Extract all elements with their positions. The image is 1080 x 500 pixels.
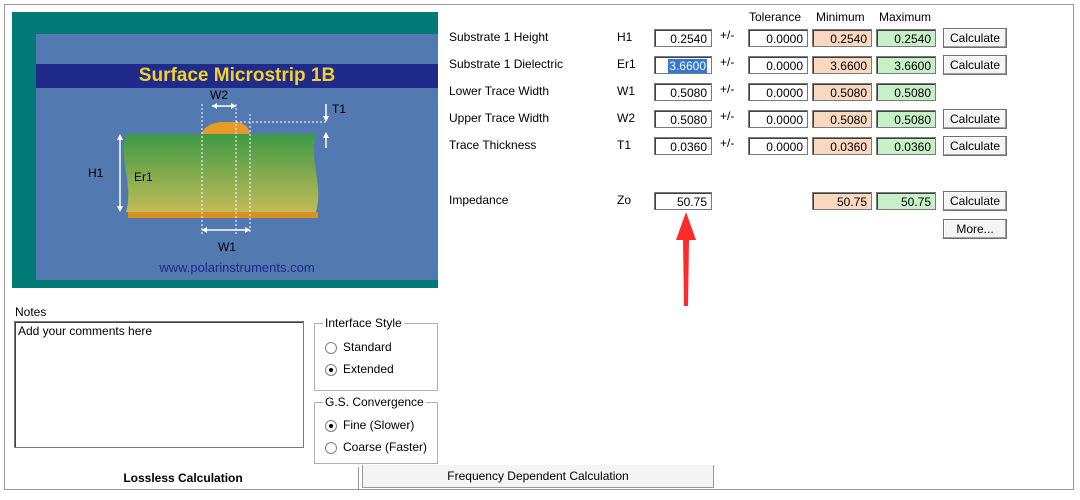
plus-minus-label: +/- — [720, 55, 735, 69]
plus-minus-label: +/- — [720, 109, 735, 123]
convergence-group: G.S. Convergence Fine (Slower) Coarse (F… — [314, 395, 438, 464]
header-tolerance: Tolerance — [749, 10, 802, 24]
extended-radio-label[interactable]: Extended — [343, 362, 394, 376]
param-value-field[interactable]: 0.2540 — [654, 29, 712, 47]
tab-frequency-dependent[interactable]: Frequency Dependent Calculation — [362, 465, 714, 488]
interface-style-group: Interface Style Standard Extended — [314, 316, 438, 391]
impedance-min-field[interactable]: 50.75 — [812, 192, 872, 210]
tolerance-field[interactable]: 0.0000 — [748, 83, 808, 101]
coarse-radio-label[interactable]: Coarse (Faster) — [343, 440, 427, 454]
tab-lossless[interactable]: Lossless Calculation — [8, 467, 359, 490]
label-er1: Er1 — [134, 170, 153, 184]
tab-frequency-label: Frequency Dependent Calculation — [447, 469, 629, 483]
param-value-field[interactable]: 0.0360 — [654, 137, 712, 155]
impedance-symbol: Zo — [617, 193, 632, 207]
param-symbol: W2 — [617, 111, 635, 125]
calculate-button[interactable]: Calculate — [943, 109, 1007, 129]
maximum-field[interactable]: 0.2540 — [876, 29, 936, 47]
standard-radio-label[interactable]: Standard — [343, 340, 392, 354]
selected-text: 3.6600 — [668, 59, 707, 73]
maximum-field[interactable]: 0.5080 — [876, 83, 936, 101]
diagram-panel: Surface Microstrip 1B W2 T1 H1 Er1 W1 ww… — [36, 34, 438, 280]
param-value-field[interactable]: 3.6600 — [654, 56, 712, 74]
red-arrow-annotation — [676, 212, 696, 306]
fine-radio-label[interactable]: Fine (Slower) — [343, 418, 414, 432]
label-t1: T1 — [332, 102, 347, 116]
notes-textarea[interactable]: Add your comments here — [14, 321, 304, 448]
minimum-field[interactable]: 0.5080 — [812, 83, 872, 101]
param-label: Substrate 1 Dielectric — [449, 57, 564, 71]
coarse-radio[interactable] — [325, 442, 337, 454]
more-button[interactable]: More... — [943, 219, 1007, 239]
param-symbol: H1 — [617, 30, 633, 44]
tolerance-field[interactable]: 0.0000 — [748, 137, 808, 155]
structure-diagram: Surface Microstrip 1B W2 T1 H1 Er1 W1 ww… — [12, 12, 438, 288]
header-minimum: Minimum — [816, 10, 865, 24]
calculate-button[interactable]: Calculate — [943, 28, 1007, 48]
param-label: Lower Trace Width — [449, 84, 550, 98]
param-label: Substrate 1 Height — [449, 30, 549, 44]
minimum-field[interactable]: 3.6600 — [812, 56, 872, 74]
interface-style-title: Interface Style — [323, 316, 404, 330]
tolerance-field[interactable]: 0.0000 — [748, 56, 808, 74]
param-label: Trace Thickness — [449, 138, 537, 152]
tab-lossless-label: Lossless Calculation — [123, 471, 243, 485]
website-link[interactable]: www.polarinstruments.com — [36, 260, 438, 275]
param-symbol: Er1 — [617, 57, 636, 71]
minimum-field[interactable]: 0.5080 — [812, 110, 872, 128]
header-maximum: Maximum — [879, 10, 932, 24]
impedance-value-field[interactable]: 50.75 — [654, 192, 712, 210]
tolerance-field[interactable]: 0.0000 — [748, 110, 808, 128]
extended-radio[interactable] — [325, 364, 337, 376]
standard-radio[interactable] — [325, 342, 337, 354]
impedance-label: Impedance — [449, 193, 509, 207]
param-symbol: T1 — [617, 138, 632, 152]
convergence-title: G.S. Convergence — [323, 395, 426, 409]
impedance-calculate-button[interactable]: Calculate — [943, 191, 1007, 211]
maximum-field[interactable]: 0.5080 — [876, 110, 936, 128]
minimum-field[interactable]: 0.2540 — [812, 29, 872, 47]
plus-minus-label: +/- — [720, 28, 735, 42]
label-h1: H1 — [88, 166, 104, 180]
minimum-field[interactable]: 0.0360 — [812, 137, 872, 155]
param-label: Upper Trace Width — [449, 111, 550, 125]
param-value-field[interactable]: 0.5080 — [654, 83, 712, 101]
label-w1: W1 — [218, 240, 236, 254]
label-w2: W2 — [210, 88, 228, 102]
plus-minus-label: +/- — [720, 82, 735, 96]
param-value-field[interactable]: 0.5080 — [654, 110, 712, 128]
notes-label: Notes — [15, 305, 47, 319]
maximum-field[interactable]: 0.0360 — [876, 137, 936, 155]
calculate-button[interactable]: Calculate — [943, 136, 1007, 156]
tolerance-field[interactable]: 0.0000 — [748, 29, 808, 47]
param-symbol: W1 — [617, 84, 635, 98]
calculate-button[interactable]: Calculate — [943, 55, 1007, 75]
fine-radio[interactable] — [325, 420, 337, 432]
microstrip-drawing — [117, 103, 329, 234]
plus-minus-label: +/- — [720, 136, 735, 150]
impedance-max-field[interactable]: 50.75 — [876, 192, 936, 210]
maximum-field[interactable]: 3.6600 — [876, 56, 936, 74]
